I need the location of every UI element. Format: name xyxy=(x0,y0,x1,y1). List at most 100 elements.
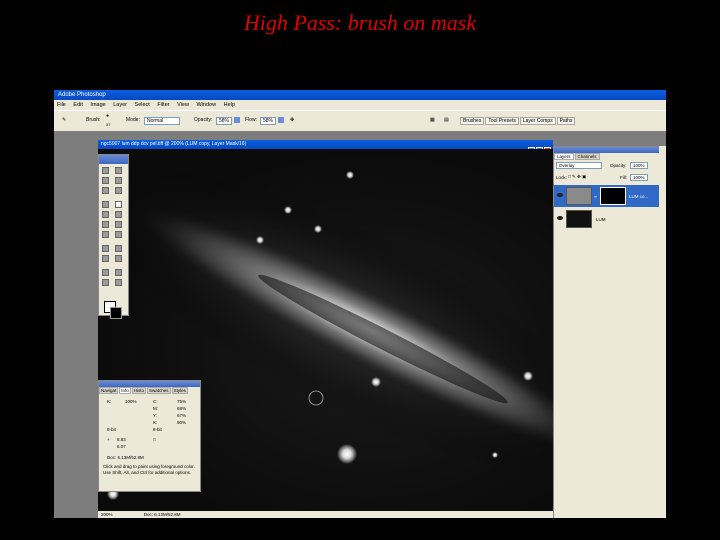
tab-paths[interactable]: Paths xyxy=(556,117,576,125)
brush-tool-icon[interactable] xyxy=(115,201,122,208)
menu-edit[interactable]: Edit xyxy=(70,102,85,108)
notes-tool-icon[interactable] xyxy=(102,269,109,276)
background-color-swatch[interactable] xyxy=(110,307,122,319)
fill-label: Fill: xyxy=(620,175,627,180)
zoom-level[interactable]: 200% xyxy=(98,512,113,517)
info-c-label: C: xyxy=(153,399,158,404)
eye-icon[interactable] xyxy=(557,216,563,220)
tab-styles[interactable]: Styles xyxy=(171,387,188,394)
tab-brushes[interactable]: Brushes xyxy=(460,117,485,125)
layer-mask-thumbnail[interactable] xyxy=(600,187,626,205)
mode-label: Mode: xyxy=(126,117,140,123)
menu-select[interactable]: Select xyxy=(132,102,153,108)
eye-icon[interactable] xyxy=(557,193,563,197)
document-statusbar: 200% Doc: 6.13M/52.8M xyxy=(98,511,553,518)
info-m-label: M: xyxy=(153,406,158,411)
crosshair-icon: + xyxy=(107,437,110,442)
shape-tool-icon[interactable] xyxy=(115,255,122,262)
chain-icon[interactable]: ∞ xyxy=(594,194,597,199)
layer-row-lum[interactable]: LUM xyxy=(554,208,660,230)
pen-tool-icon[interactable] xyxy=(102,255,109,262)
menu-filter[interactable]: Filter xyxy=(154,102,172,108)
layer-name[interactable]: LUM xyxy=(596,217,606,222)
tab-channels[interactable]: Channels xyxy=(574,153,600,160)
info-bitdepth-right: 8-bit xyxy=(153,427,162,432)
lock-icons[interactable]: □ ✎ ✥ ▣ xyxy=(568,174,586,180)
tab-layers[interactable]: Layers xyxy=(554,153,574,160)
opacity-field[interactable]: 58% xyxy=(216,117,233,125)
layer-thumbnail[interactable] xyxy=(566,187,592,205)
flow-slider-button[interactable] xyxy=(278,117,284,123)
menu-image[interactable]: Image xyxy=(87,102,108,108)
fill-field[interactable]: 100% xyxy=(630,174,648,181)
marquee-tool-icon[interactable] xyxy=(102,167,109,174)
menu-layer[interactable]: Layer xyxy=(110,102,130,108)
info-c-value: 75% xyxy=(177,399,187,404)
info-k-value: 100% xyxy=(125,399,137,404)
info-y-coord-value: 6.07 xyxy=(117,444,126,449)
app-titlebar[interactable]: Adobe Photoshop xyxy=(54,90,666,100)
toolbox-grip[interactable] xyxy=(99,155,128,164)
marquee-size-icon: □ xyxy=(153,437,156,442)
opacity-slider-button[interactable] xyxy=(234,117,240,123)
hand-tool-icon[interactable] xyxy=(102,279,109,286)
blur-tool-icon[interactable] xyxy=(102,231,109,238)
doc-size[interactable]: Doc: 6.13M/52.8M xyxy=(114,512,181,517)
info-k-label: K: xyxy=(107,399,112,404)
menu-file[interactable]: File xyxy=(54,102,69,108)
type-tool-icon[interactable] xyxy=(115,245,122,252)
clone-stamp-icon[interactable] xyxy=(102,211,109,218)
info-k2-value: 90% xyxy=(177,420,187,425)
brush-preset-picker[interactable]: ● xyxy=(106,113,109,119)
dodge-tool-icon[interactable] xyxy=(115,231,122,238)
path-select-icon[interactable] xyxy=(102,245,109,252)
zoom-tool-icon[interactable] xyxy=(115,279,122,286)
info-panel-tabs: Navigat Info Histo Swatches Styles xyxy=(99,387,200,394)
opacity-label: Opacity: xyxy=(194,117,213,123)
crop-tool-icon[interactable] xyxy=(102,187,109,194)
options-bar: ✎ Brush: ● 37 Mode: Normal Opacity: 58% … xyxy=(54,110,666,132)
menu-view[interactable]: View xyxy=(174,102,192,108)
eraser-tool-icon[interactable] xyxy=(102,221,109,228)
layer-name[interactable]: LUM co... xyxy=(629,194,648,199)
tab-layer-comps[interactable]: Layer Comps xyxy=(519,117,556,125)
slide-title: High Pass: brush on mask xyxy=(243,10,477,35)
layer-opacity-field[interactable]: 100% xyxy=(630,162,648,169)
blend-mode-select[interactable]: Overlay xyxy=(556,162,602,169)
info-y-value: 67% xyxy=(177,413,187,418)
tab-tool-presets[interactable]: Tool Presets xyxy=(485,117,519,125)
toolbox xyxy=(98,154,129,319)
menu-window[interactable]: Window xyxy=(194,102,220,108)
lasso-tool-icon[interactable] xyxy=(102,177,109,184)
photoshop-window: Adobe Photoshop File Edit Image Layer Se… xyxy=(54,90,666,518)
tab-swatches[interactable]: Swatches xyxy=(147,387,171,394)
eyedropper-icon[interactable] xyxy=(115,269,122,276)
tab-navigator[interactable]: Navigat xyxy=(99,387,119,394)
tab-histogram[interactable]: Histo xyxy=(131,387,147,394)
airbrush-icon[interactable]: ✤ xyxy=(290,117,294,123)
menu-help[interactable]: Help xyxy=(221,102,238,108)
document-title[interactable]: ngc5907 lum ddp dcv pel.tiff @ 200% (LUM… xyxy=(98,140,553,149)
healing-brush-icon[interactable] xyxy=(102,201,109,208)
history-brush-icon[interactable] xyxy=(115,211,122,218)
mode-select[interactable]: Normal xyxy=(144,117,180,125)
flow-label: Flow: xyxy=(245,117,257,123)
file-browser-icon[interactable]: ▦ xyxy=(430,117,435,123)
menu-bar: File Edit Image Layer Select Filter View… xyxy=(54,100,666,110)
magic-wand-icon[interactable] xyxy=(115,177,122,184)
flow-field[interactable]: 58% xyxy=(260,117,277,125)
brush-icon[interactable]: ✎ xyxy=(62,117,66,123)
lock-label: Lock: xyxy=(556,175,567,180)
move-tool-icon[interactable] xyxy=(115,167,122,174)
layer-row-lum-copy[interactable]: ∞ LUM co... xyxy=(554,185,660,207)
layers-panel: Layers Channels Overlay Opacity: 100% Loc… xyxy=(553,146,661,518)
tab-info[interactable]: Info xyxy=(119,387,131,394)
brush-label: Brush: xyxy=(86,117,101,123)
palette-well: Brushes Tool Presets Layer Comps Paths xyxy=(460,117,576,125)
gradient-tool-icon[interactable] xyxy=(115,221,122,228)
slice-tool-icon[interactable] xyxy=(115,187,122,194)
layer-thumbnail[interactable] xyxy=(566,210,592,228)
palette-well-icon[interactable]: ▤ xyxy=(444,117,449,123)
panel-scrollbar[interactable] xyxy=(659,146,666,518)
info-doc-size: Doc: 6.13M/52.8M xyxy=(107,455,144,460)
